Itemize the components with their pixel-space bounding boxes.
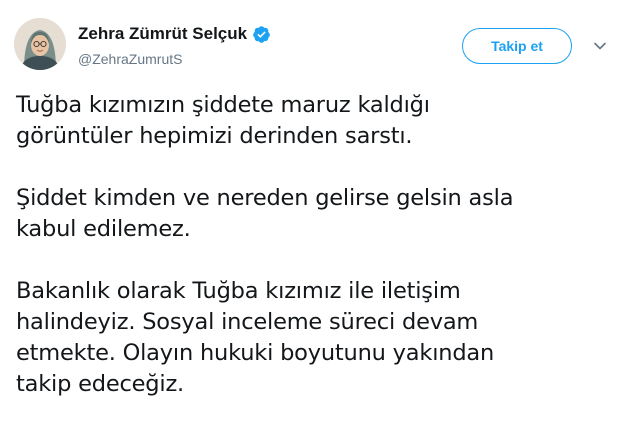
tweet-line: Şiddet kimden ve nereden gelirse gelsin … [16,185,514,211]
tweet-paragraph: Şiddet kimden ve nereden gelirse gelsin … [16,183,626,245]
tweet-text: Tuğba kızımızın şiddete maruz kaldığı gö… [16,90,626,400]
tweet-paragraph: Bakanlık olarak Tuğba kızımız ile iletiş… [16,276,626,400]
tweet-line: halindeyiz. Sosyal inceleme süreci devam [16,309,479,335]
tweet-line: takip edeceğiz. [16,371,185,397]
verified-badge-icon [252,25,271,44]
profile-photo-icon [14,18,66,70]
tweet-line: Bakanlık olarak Tuğba kızımız ile iletiş… [16,278,461,304]
chevron-down-icon[interactable] [592,38,608,54]
author-display-name[interactable]: Zehra Zümrüt Selçuk [78,24,247,44]
tweet-paragraph: Tuğba kızımızın şiddete maruz kaldığı gö… [16,90,626,152]
tweet-line: görüntüler hepimizi derinden sarstı. [16,123,413,149]
author-handle[interactable]: @ZehraZumrutS [78,51,182,67]
tweet-line: Tuğba kızımızın şiddete maruz kaldığı [16,92,430,118]
author-name-row[interactable]: Zehra Zümrüt Selçuk [78,24,271,44]
tweet-line: kabul edilemez. [16,216,191,242]
follow-button[interactable]: Takip et [462,28,572,64]
avatar[interactable] [14,18,66,70]
tweet-card: Zehra Zümrüt Selçuk @ZehraZumrutS Takip … [0,0,640,440]
tweet-line: etmekte. Olayın hukuki boyutunu yakından [16,340,495,366]
